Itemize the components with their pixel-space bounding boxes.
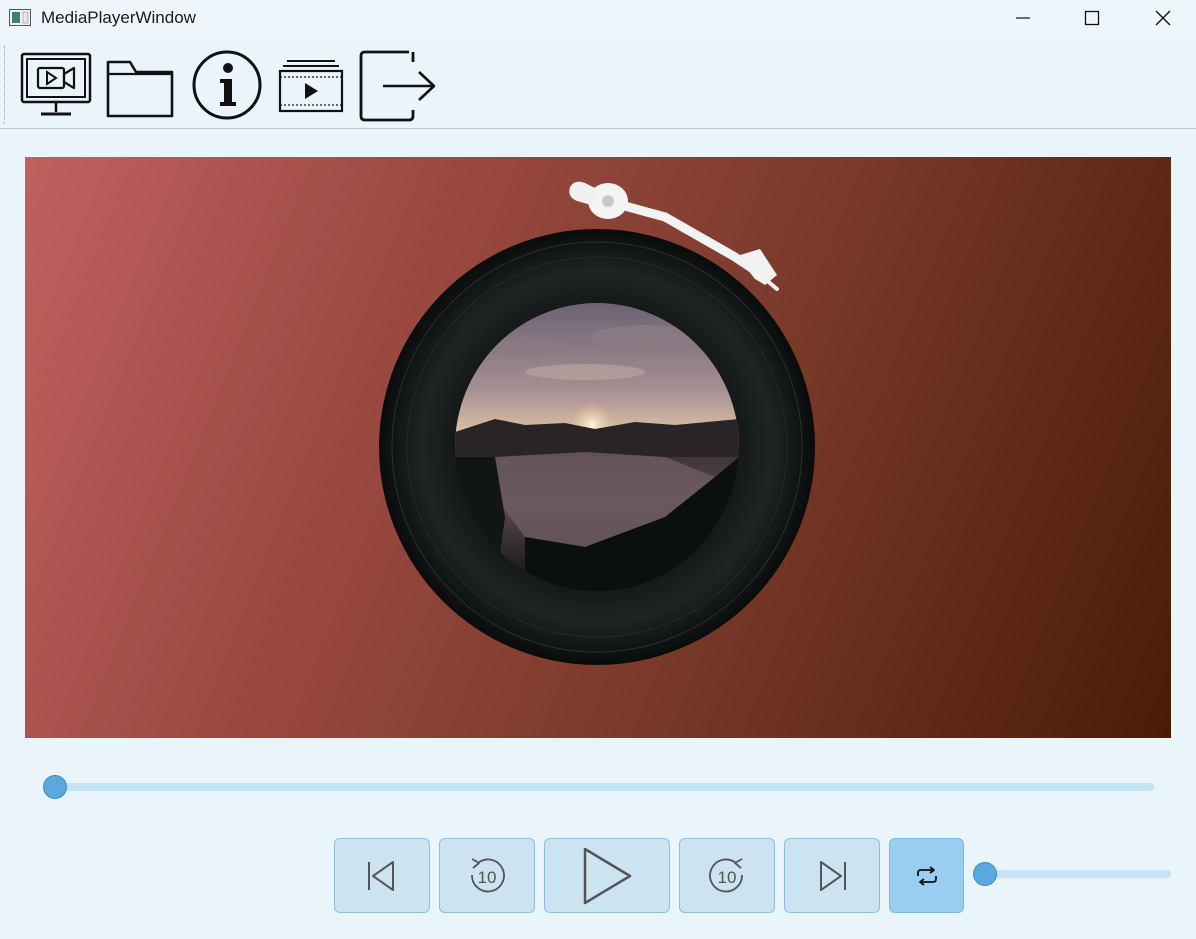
window-title: MediaPlayerWindow xyxy=(41,8,196,27)
toolbar-grip[interactable] xyxy=(4,46,6,124)
rewind-10-icon: 10 xyxy=(471,857,505,892)
rewind-10-button[interactable]: 10 xyxy=(439,838,535,913)
loop-icon xyxy=(916,865,937,886)
open-folder-button[interactable] xyxy=(103,46,177,124)
skip-previous-icon xyxy=(368,860,394,891)
next-button[interactable] xyxy=(784,838,880,913)
play-icon xyxy=(583,847,632,904)
video-display[interactable] xyxy=(25,157,1171,738)
album-cover-image xyxy=(455,303,739,591)
title-bar: MediaPlayerWindow xyxy=(0,0,1196,36)
minimize-icon xyxy=(1016,17,1030,19)
info-button[interactable] xyxy=(189,46,264,124)
maximize-icon xyxy=(1084,10,1100,26)
open-video-button[interactable] xyxy=(18,46,94,124)
video-monitor-icon xyxy=(20,52,92,116)
close-button[interactable] xyxy=(1128,0,1196,36)
minimize-button[interactable] xyxy=(988,0,1058,36)
playlist-button[interactable] xyxy=(276,46,346,124)
maximize-button[interactable] xyxy=(1057,0,1127,36)
seek-bar-track[interactable] xyxy=(44,783,1154,791)
exit-button[interactable] xyxy=(356,46,438,124)
vinyl-record-artwork xyxy=(379,181,815,665)
forward-10-button[interactable]: 10 xyxy=(679,838,775,913)
volume-slider-handle[interactable] xyxy=(973,862,997,886)
toolbar xyxy=(0,40,1196,129)
app-icon xyxy=(9,9,31,26)
svg-text:10: 10 xyxy=(478,868,497,887)
loop-toggle-button[interactable] xyxy=(889,838,964,913)
previous-button[interactable] xyxy=(334,838,430,913)
playlist-icon xyxy=(278,60,344,113)
exit-icon xyxy=(359,50,436,122)
skip-next-icon xyxy=(820,860,846,891)
close-icon xyxy=(1155,10,1171,26)
play-button[interactable] xyxy=(544,838,670,913)
forward-10-icon: 10 xyxy=(709,857,743,892)
seek-bar-handle[interactable] xyxy=(43,775,67,799)
media-player-window: MediaPlayerWindow 10 10 xyxy=(0,0,1196,939)
info-icon xyxy=(192,50,261,120)
svg-text:10: 10 xyxy=(718,868,737,887)
folder-icon xyxy=(106,60,174,118)
volume-slider-track[interactable] xyxy=(984,870,1171,878)
